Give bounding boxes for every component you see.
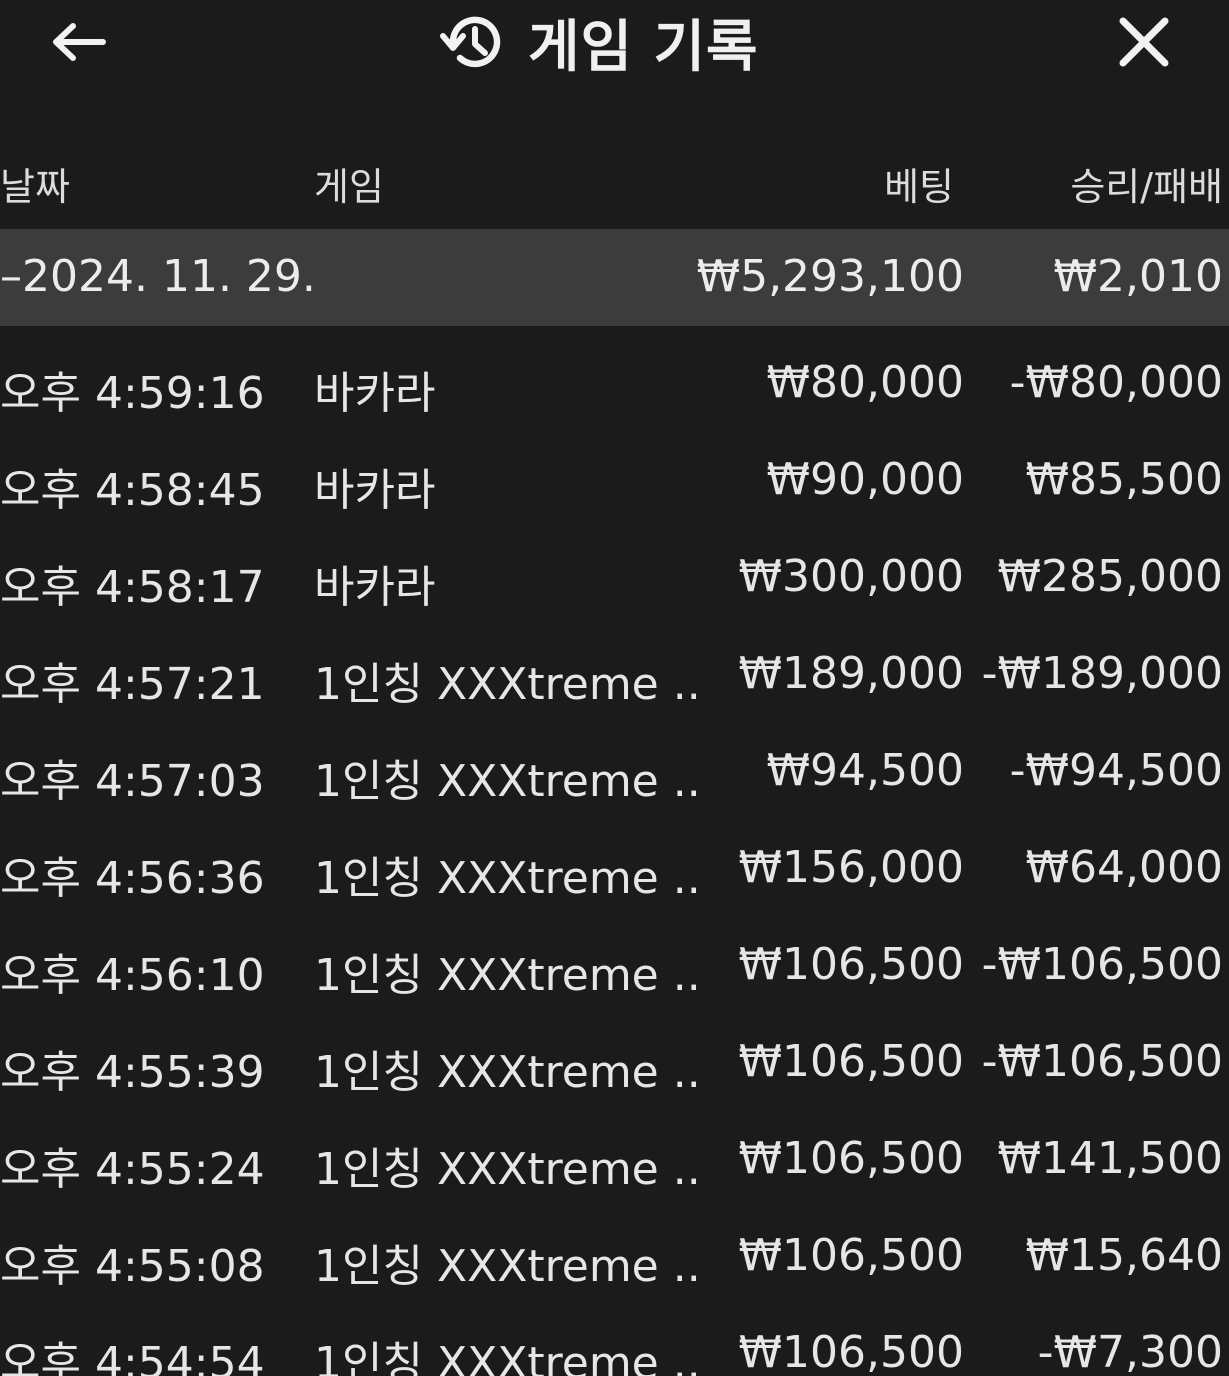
row-time: 오후 4:59:16 [0, 368, 265, 419]
row-win-loss: -₩106,500 [981, 1036, 1223, 1087]
row-time: 오후 4:55:39 [0, 1047, 265, 1098]
row-game: 바카라 [314, 562, 436, 613]
history-icon [440, 16, 501, 68]
game-history-list[interactable]: 오후 4:59:16 바카라 ₩80,000 -₩80,000 오후 4:58:… [0, 335, 1229, 1376]
arrow-left-icon [53, 23, 106, 61]
table-row[interactable]: 오후 4:54:54 1인칭 XXXtreme ... ₩106,500 -₩7… [0, 1305, 1229, 1376]
row-bet: ₩80,000 [766, 357, 964, 408]
column-header-date[interactable]: 날짜 [0, 156, 70, 211]
row-win-loss: -₩106,500 [981, 939, 1223, 990]
summary-date: –2024. 11. 29. [0, 251, 316, 302]
table-row[interactable]: 오후 4:56:10 1인칭 XXXtreme ... ₩106,500 -₩1… [0, 917, 1229, 1014]
row-bet: ₩106,500 [738, 1036, 964, 1087]
row-time: 오후 4:57:03 [0, 756, 265, 807]
row-game: 1인칭 XXXtreme ... [314, 950, 704, 1001]
summary-bet-total: ₩5,293,100 [696, 251, 964, 302]
row-win-loss: ₩64,000 [1025, 842, 1223, 893]
header-bar: 게임 기록 [0, 0, 1229, 90]
row-game: 1인칭 XXXtreme ... [314, 659, 704, 710]
row-time: 오후 4:58:45 [0, 465, 265, 516]
row-win-loss: ₩141,500 [997, 1133, 1223, 1184]
row-time: 오후 4:58:17 [0, 562, 265, 613]
row-game: 1인칭 XXXtreme ... [314, 1047, 704, 1098]
column-header-game[interactable]: 게임 [314, 156, 384, 211]
table-row[interactable]: 오후 4:56:36 1인칭 XXXtreme ... ₩156,000 ₩64… [0, 820, 1229, 917]
row-win-loss: ₩85,500 [1025, 454, 1223, 505]
row-win-loss: ₩285,000 [997, 551, 1223, 602]
column-header-win-loss[interactable]: 승리/패배 [1070, 156, 1223, 211]
row-bet: ₩90,000 [766, 454, 964, 505]
row-win-loss: -₩94,500 [1009, 745, 1223, 796]
row-game: 바카라 [314, 368, 436, 419]
table-row[interactable]: 오후 4:55:08 1인칭 XXXtreme ... ₩106,500 ₩15… [0, 1208, 1229, 1305]
table-row[interactable]: 오후 4:57:03 1인칭 XXXtreme ... ₩94,500 -₩94… [0, 723, 1229, 820]
row-bet: ₩300,000 [738, 551, 964, 602]
table-row[interactable]: 오후 4:58:17 바카라 ₩300,000 ₩285,000 [0, 529, 1229, 626]
page-title: 게임 기록 [528, 14, 759, 80]
row-game: 1인칭 XXXtreme ... [314, 756, 704, 807]
row-bet: ₩106,500 [738, 1230, 964, 1281]
table-row[interactable]: 오후 4:55:24 1인칭 XXXtreme ... ₩106,500 ₩14… [0, 1111, 1229, 1208]
row-time: 오후 4:56:36 [0, 853, 265, 904]
header-title-group: 게임 기록 [440, 0, 759, 84]
table-row[interactable]: 오후 4:55:39 1인칭 XXXtreme ... ₩106,500 -₩1… [0, 1014, 1229, 1111]
close-icon [1119, 17, 1169, 67]
row-game: 바카라 [314, 465, 436, 516]
row-time: 오후 4:55:08 [0, 1241, 265, 1292]
row-game: 1인칭 XXXtreme ... [314, 1144, 704, 1195]
table-row[interactable]: 오후 4:59:16 바카라 ₩80,000 -₩80,000 [0, 335, 1229, 432]
close-button[interactable] [1106, 6, 1182, 78]
column-header-bet[interactable]: 베팅 [884, 156, 954, 211]
row-game: 1인칭 XXXtreme ... [314, 853, 704, 904]
row-time: 오후 4:54:54 [0, 1338, 265, 1376]
table-row[interactable]: 오후 4:57:21 1인칭 XXXtreme ... ₩189,000 -₩1… [0, 626, 1229, 723]
row-bet: ₩156,000 [738, 842, 964, 893]
table-header: 날짜 게임 베팅 승리/패배 [0, 142, 1229, 222]
row-bet: ₩106,500 [738, 1133, 964, 1184]
date-group-summary-row[interactable]: –2024. 11. 29. ₩5,293,100 ₩2,010 [0, 229, 1229, 326]
row-bet: ₩106,500 [738, 1327, 964, 1376]
row-game: 1인칭 XXXtreme ... [314, 1241, 704, 1292]
row-time: 오후 4:55:24 [0, 1144, 265, 1195]
row-game: 1인칭 XXXtreme ... [314, 1338, 704, 1376]
back-button[interactable] [40, 8, 116, 76]
row-bet: ₩189,000 [738, 648, 964, 699]
summary-win-loss-total: ₩2,010 [1053, 251, 1223, 302]
row-time: 오후 4:56:10 [0, 950, 265, 1001]
row-win-loss: -₩80,000 [1009, 357, 1223, 408]
row-win-loss: -₩7,300 [1037, 1327, 1223, 1376]
row-time: 오후 4:57:21 [0, 659, 265, 710]
row-win-loss: ₩15,640 [1025, 1230, 1223, 1281]
row-bet: ₩94,500 [766, 745, 964, 796]
table-row[interactable]: 오후 4:58:45 바카라 ₩90,000 ₩85,500 [0, 432, 1229, 529]
row-bet: ₩106,500 [738, 939, 964, 990]
row-win-loss: -₩189,000 [981, 648, 1223, 699]
